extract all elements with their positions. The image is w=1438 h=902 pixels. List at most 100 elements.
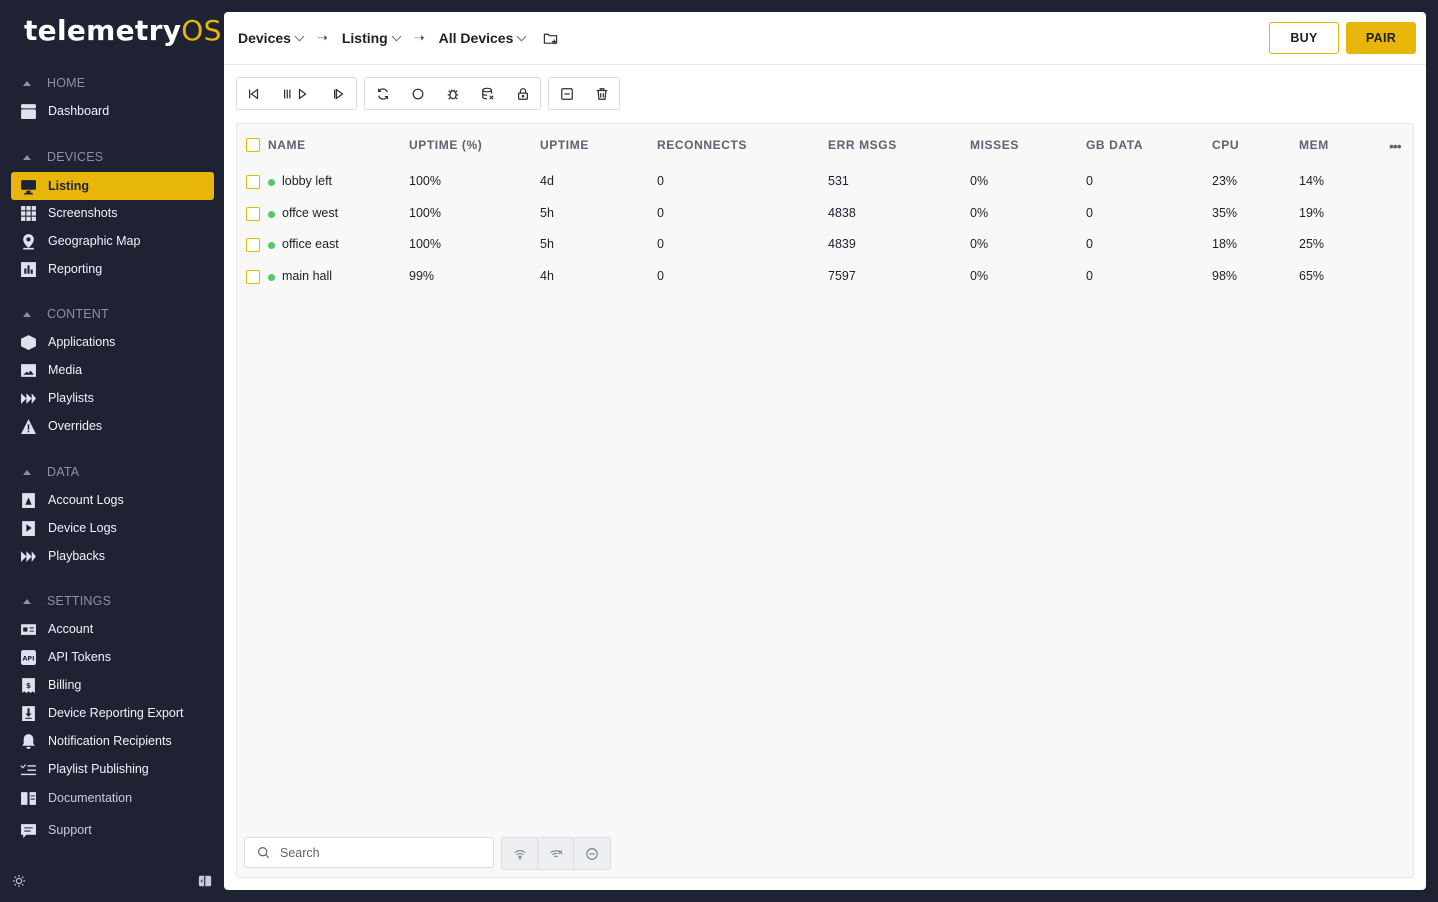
logo-text-main: telemetry [24,14,182,47]
image-icon [19,361,37,379]
sidebar-item-playlists[interactable]: Playlists [11,384,214,412]
theme-toggle-sun-icon[interactable] [10,872,28,890]
row-checkbox[interactable] [246,238,260,252]
sidebar-item-account-logs[interactable]: Account Logs [11,486,214,514]
sidebar-item-listing[interactable]: Listing [11,172,214,200]
filter-offline-wifi-off-icon[interactable] [538,838,574,869]
logo[interactable]: telemetryOS [24,14,222,50]
collapse-square-icon[interactable] [549,78,584,109]
section-label: DEVICES [47,150,104,164]
arrow-right-icon: ➝ [413,30,425,45]
section-header-settings[interactable]: SETTINGS [20,591,111,611]
sidebar-item-label: Device Logs [48,521,117,535]
breadcrumb-label: Listing [341,30,388,46]
col-header-reconnects[interactable]: RECONNECTS [657,138,747,152]
sidebar-item-notification-recipients[interactable]: Notification Recipients [11,727,214,755]
row-checkbox[interactable] [246,207,260,221]
col-header-err-msgs[interactable]: ERR MSGS [828,138,897,152]
trash-icon[interactable] [584,78,619,109]
col-header-uptime-pct[interactable]: UPTIME (%) [409,138,482,152]
breadcrumb-listing[interactable]: Listing [341,30,402,46]
cell-gb-data: 0 [1086,269,1093,283]
sidebar-item-label: Account Logs [48,493,124,507]
add-folder-icon[interactable] [543,31,558,46]
pair-button[interactable]: PAIR [1346,22,1416,54]
select-all-checkbox[interactable] [246,138,260,152]
col-header-gb-data[interactable]: GB DATA [1086,138,1143,152]
sidebar-item-label: Dashboard [48,104,110,118]
sidebar-item-applications[interactable]: Applications [11,328,214,356]
cell-gb-data: 0 [1086,174,1093,188]
id-card-icon [19,620,37,638]
dashboard-icon [19,102,37,120]
filter-online-wifi-icon[interactable] [502,838,538,869]
playback-icon [19,547,37,565]
section-header-data[interactable]: DATA [20,462,79,482]
account-log-icon [19,491,37,509]
sidebar-item-label: Notification Recipients [48,734,172,748]
sidebar-item-api-tokens[interactable]: API API Tokens [11,643,214,671]
col-header-uptime[interactable]: UPTIME [540,138,589,152]
col-header-misses[interactable]: MISSES [970,138,1019,152]
book-icon [19,789,37,807]
col-header-cpu[interactable]: CPU [1212,138,1239,152]
sidebar-item-label: Reporting [48,262,103,276]
next-icon[interactable] [321,78,356,109]
breadcrumb-all-devices[interactable]: All Devices [439,30,527,46]
sidebar-item-device-logs[interactable]: Device Logs [11,514,214,542]
collapse-sidebar-icon[interactable] [196,872,214,890]
cell-mem: 25% [1299,237,1325,251]
section-header-devices[interactable]: DEVICES [20,147,103,167]
section-header-content[interactable]: CONTENT [20,304,109,324]
row-checkbox[interactable] [246,175,260,189]
filter-disabled-icon[interactable] [574,838,610,869]
cell-name[interactable]: office east [282,237,339,251]
playback-toolbar [236,77,357,110]
online-status-dot [268,211,275,218]
sidebar-item-playlist-publishing[interactable]: Playlist Publishing [11,755,214,783]
status-filter-group [501,837,611,870]
sidebar-item-overrides[interactable]: Overrides [11,412,214,440]
sidebar-item-reporting[interactable]: Reporting [11,255,214,283]
sidebar-item-account[interactable]: Account [11,615,214,643]
cell-mem: 14% [1299,174,1325,188]
col-header-mem[interactable]: MEM [1299,138,1329,152]
cell-uptime: 4h [540,269,554,283]
billing-icon: $ [19,676,37,694]
sidebar-item-geographic-map[interactable]: Geographic Map [11,227,214,255]
debug-bug-icon[interactable] [435,78,470,109]
breadcrumb-devices[interactable]: Devices [238,30,305,46]
sidebar-item-device-reporting-export[interactable]: Device Reporting Export [11,699,214,727]
previous-icon[interactable] [237,78,272,109]
cell-name[interactable]: lobby left [282,174,332,188]
refresh-icon[interactable] [365,78,400,109]
cell-name[interactable]: offce west [282,206,338,220]
sidebar-item-playbacks[interactable]: Playbacks [11,542,214,570]
col-header-name[interactable]: NAME [268,138,306,152]
sidebar-item-screenshots[interactable]: Screenshots [11,199,214,227]
download-icon [19,704,37,722]
sidebar-item-dashboard[interactable]: Dashboard [11,97,214,125]
cell-name[interactable]: main hall [282,269,332,283]
row-checkbox[interactable] [246,270,260,284]
sidebar-item-media[interactable]: Media [11,356,214,384]
cell-misses: 0% [970,237,989,251]
cell-err-msgs: 7597 [828,269,856,283]
cell-uptime: 5h [540,237,554,251]
section-header-home[interactable]: HOME [20,73,85,93]
sidebar-item-support[interactable]: Support [11,816,214,844]
cell-cpu: 98% [1212,269,1238,283]
lock-icon[interactable] [505,78,540,109]
buy-button[interactable]: BUY [1269,22,1339,54]
sidebar-item-label: Support [48,823,92,837]
chat-icon [19,821,37,839]
database-clear-icon[interactable] [470,78,505,109]
playlist-icon [19,389,37,407]
pause-play-icon[interactable] [272,78,322,109]
breadcrumb: Devices ➝ Listing ➝ All Devices [238,30,558,46]
sidebar-item-billing[interactable]: $ Billing [11,671,214,699]
search-input[interactable] [280,845,480,860]
more-options-icon[interactable]: ••• [1389,138,1402,154]
sidebar-item-documentation[interactable]: Documentation [11,784,214,812]
power-circle-icon[interactable] [400,78,435,109]
